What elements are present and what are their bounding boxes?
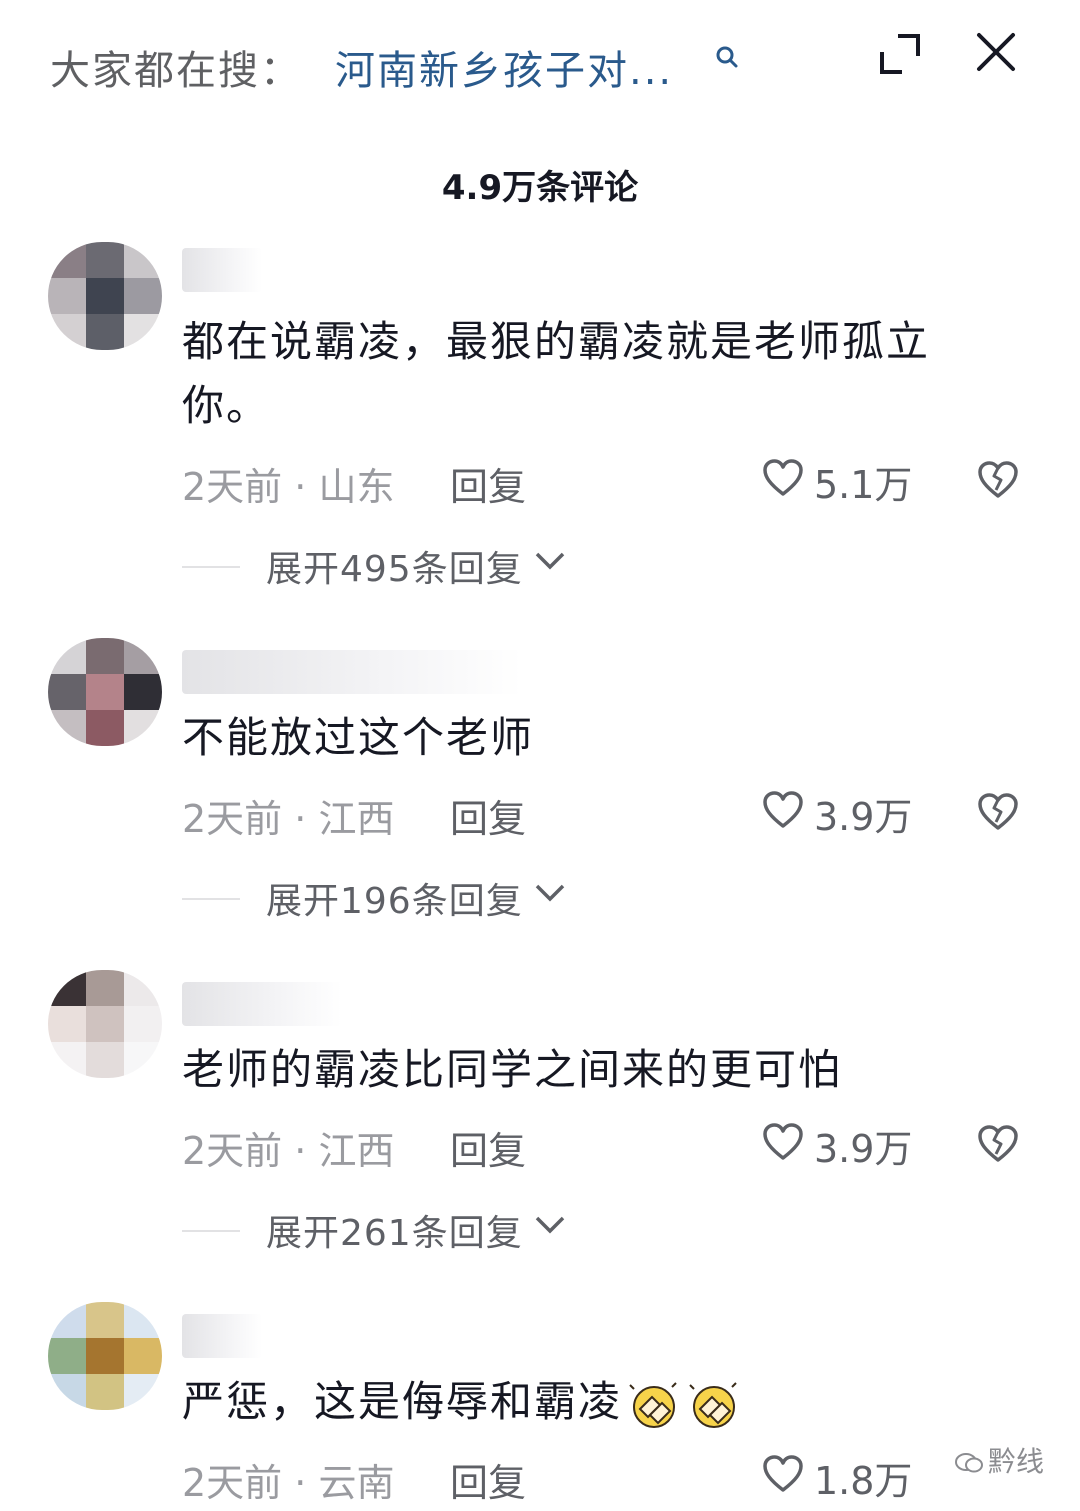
chevron-down-icon <box>535 884 565 902</box>
divider-line <box>182 898 240 900</box>
wechat-logo-icon <box>955 1453 983 1473</box>
heart-icon <box>763 1123 803 1160</box>
watermark-text: 黔线 <box>988 1445 1045 1478</box>
comment-text: 都在说霸凌，最狠的霸凌就是老师孤立你。 <box>182 317 931 430</box>
like-count: 1.8万 <box>814 1459 913 1503</box>
username-blurred[interactable] <box>182 650 522 694</box>
comment-time: 2天前 <box>182 797 283 841</box>
clapping-emoji-icon <box>689 1381 737 1428</box>
comment-text: 严惩，这是侮辱和霸凌 <box>182 1370 982 1434</box>
broken-heart-icon[interactable] <box>976 1122 1020 1166</box>
like-button[interactable]: 3.9万 <box>762 788 922 839</box>
heart-icon <box>763 791 803 828</box>
comment-text: 老师的霸凌比同学之间来的更可怕 <box>182 1045 843 1094</box>
expand-replies-label: 展开495条回复 <box>266 549 523 590</box>
search-icon[interactable] <box>714 44 740 70</box>
reply-button[interactable]: 回复 <box>450 456 526 511</box>
like-count: 3.9万 <box>814 1127 913 1171</box>
comment-meta: 2天前 · 江西 回复 <box>182 1120 526 1175</box>
comment-text-body: 严惩，这是侮辱和霸凌 <box>182 1377 623 1426</box>
expand-replies-button[interactable]: 展开196条回复 <box>182 876 602 922</box>
comment-time: 2天前 <box>182 1129 283 1173</box>
like-count: 5.1万 <box>814 463 913 507</box>
comment-meta: 2天前 · 山东 回复 <box>182 456 526 511</box>
chevron-down-icon <box>535 1216 565 1234</box>
like-button[interactable]: 3.9万 <box>762 1120 922 1171</box>
expand-replies-label: 展开261条回复 <box>266 1213 523 1254</box>
heart-icon <box>763 1455 803 1492</box>
search-suggestion-link[interactable]: 河南新乡孩子对... <box>335 38 673 96</box>
comment-time: 2天前 <box>182 1461 283 1505</box>
comment-time: 2天前 <box>182 465 283 509</box>
broken-heart-icon[interactable] <box>976 790 1020 834</box>
avatar[interactable] <box>48 638 162 746</box>
comment-count-title: 4.9万条评论 <box>441 168 639 208</box>
avatar[interactable] <box>48 242 162 350</box>
username-blurred[interactable] <box>182 248 262 292</box>
comment-text: 不能放过这个老师 <box>182 713 535 762</box>
username-blurred[interactable] <box>182 1314 262 1358</box>
watermark: 黔线 <box>954 1440 1044 1480</box>
broken-heart-icon[interactable] <box>976 458 1020 502</box>
comment-location: 江西 <box>318 1129 395 1173</box>
like-count: 3.9万 <box>814 795 913 839</box>
expand-replies-label: 展开196条回复 <box>266 881 523 922</box>
like-button[interactable]: 5.1万 <box>762 456 922 507</box>
comment-location: 山东 <box>318 465 395 509</box>
comment-meta: 2天前 · 江西 回复 <box>182 788 526 843</box>
expand-replies-button[interactable]: 展开261条回复 <box>182 1208 602 1254</box>
username-blurred[interactable] <box>182 982 342 1026</box>
reply-button[interactable]: 回复 <box>450 788 526 843</box>
reply-button[interactable]: 回复 <box>450 1452 526 1507</box>
expand-replies-button[interactable]: 展开495条回复 <box>182 544 602 590</box>
chevron-down-icon <box>535 552 565 570</box>
top-bar: 大家都在搜： 河南新乡孩子对... <box>0 0 1080 130</box>
reply-button[interactable]: 回复 <box>450 1120 526 1175</box>
comment-meta: 2天前 · 云南 回复 <box>182 1452 526 1507</box>
avatar[interactable] <box>48 970 162 1078</box>
close-icon[interactable] <box>974 30 1018 74</box>
search-prefix-label: 大家都在搜： <box>50 48 302 94</box>
divider-line <box>182 1230 240 1232</box>
divider-line <box>182 566 240 568</box>
comment-location: 云南 <box>318 1461 395 1505</box>
clapping-emoji-icon <box>629 1381 677 1428</box>
avatar[interactable] <box>48 1302 162 1410</box>
comment-location: 江西 <box>318 797 395 841</box>
fullscreen-icon[interactable] <box>878 32 922 76</box>
heart-icon <box>763 459 803 496</box>
like-button[interactable]: 1.8万 <box>762 1452 922 1503</box>
